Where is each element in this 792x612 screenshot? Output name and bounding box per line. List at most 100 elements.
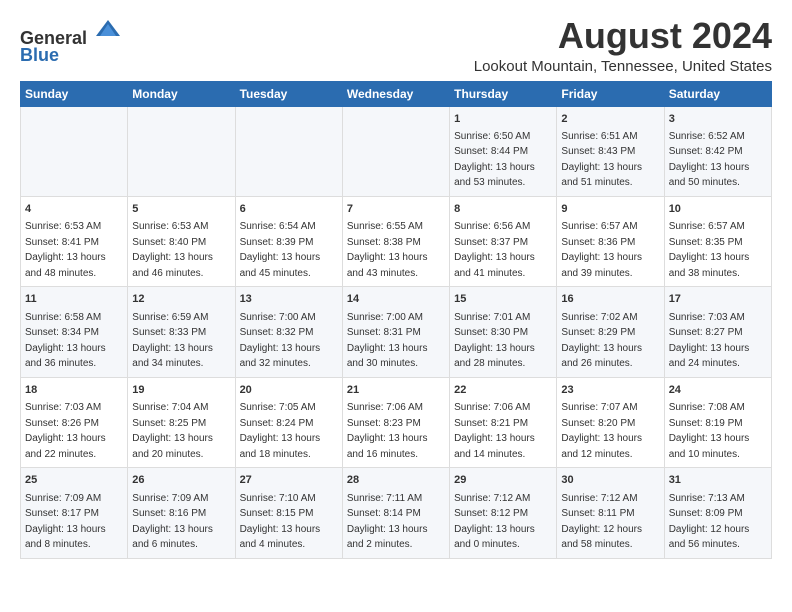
day-number: 30 [561, 473, 659, 488]
day-content: Sunrise: 6:59 AM Sunset: 8:33 PM Dayligh… [132, 312, 213, 370]
day-content: Sunrise: 6:55 AM Sunset: 8:38 PM Dayligh… [347, 221, 428, 279]
day-content: Sunrise: 7:03 AM Sunset: 8:27 PM Dayligh… [669, 312, 750, 370]
day-cell: 15Sunrise: 7:01 AM Sunset: 8:30 PM Dayli… [450, 287, 557, 377]
day-content: Sunrise: 7:03 AM Sunset: 8:26 PM Dayligh… [25, 402, 106, 460]
day-cell: 17 Sunrise: 7:03 AM Sunset: 8:27 PM Dayli… [664, 287, 771, 377]
day-content: Sunrise: 7:07 AM Sunset: 8:20 PM Dayligh… [561, 402, 642, 460]
day-number: 14 [347, 292, 445, 307]
day-number: 22 [454, 383, 552, 398]
day-number: 24 [669, 383, 767, 398]
day-content: Sunrise: 7:04 AM Sunset: 8:25 PM Dayligh… [132, 402, 213, 460]
day-number: 9 [561, 202, 659, 217]
day-number: 5 [132, 202, 230, 217]
day-content: Sunrise: 7:13 AM Sunset: 8:09 PM Dayligh… [669, 493, 750, 551]
day-cell: 29Sunrise: 7:12 AM Sunset: 8:12 PM Dayli… [450, 468, 557, 558]
day-content: Sunrise: 7:12 AM Sunset: 8:11 PM Dayligh… [561, 493, 642, 551]
day-cell: 23 Sunrise: 7:07 AM Sunset: 8:20 PM Dayli… [557, 377, 664, 467]
day-cell: 9 Sunrise: 6:57 AM Sunset: 8:36 PM Daylig… [557, 196, 664, 286]
day-cell: 1 Sunrise: 6:50 AM Sunset: 8:44 PM Daylig… [450, 106, 557, 196]
day-cell: 8Sunrise: 6:56 AM Sunset: 8:37 PM Daylig… [450, 196, 557, 286]
day-number: 18 [25, 383, 123, 398]
day-content: Sunrise: 6:53 AM Sunset: 8:40 PM Dayligh… [132, 221, 213, 279]
logo-text: General [20, 16, 122, 49]
week-row-2: 4 Sunrise: 6:53 AM Sunset: 8:41 PM Daylig… [21, 196, 772, 286]
day-content: Sunrise: 7:12 AM Sunset: 8:12 PM Dayligh… [454, 493, 535, 551]
day-content: Sunrise: 6:54 AM Sunset: 8:39 PM Dayligh… [240, 221, 321, 279]
week-row-5: 25 Sunrise: 7:09 AM Sunset: 8:17 PM Dayli… [21, 468, 772, 558]
day-cell [21, 106, 128, 196]
day-content: Sunrise: 6:57 AM Sunset: 8:35 PM Dayligh… [669, 221, 750, 279]
day-cell: 31 Sunrise: 7:13 AM Sunset: 8:09 PM Dayli… [664, 468, 771, 558]
header-cell-monday: Monday [128, 81, 235, 106]
week-row-4: 18 Sunrise: 7:03 AM Sunset: 8:26 PM Dayli… [21, 377, 772, 467]
day-cell: 14 Sunrise: 7:00 AM Sunset: 8:31 PM Dayli… [342, 287, 449, 377]
day-number: 13 [240, 292, 338, 307]
day-cell: 25 Sunrise: 7:09 AM Sunset: 8:17 PM Dayli… [21, 468, 128, 558]
day-content: Sunrise: 6:57 AM Sunset: 8:36 PM Dayligh… [561, 221, 642, 279]
header-cell-sunday: Sunday [21, 81, 128, 106]
day-number: 1 [454, 112, 552, 127]
logo: General Blue [20, 16, 122, 66]
day-content: Sunrise: 6:52 AM Sunset: 8:42 PM Dayligh… [669, 131, 750, 189]
main-title: August 2024 [474, 16, 772, 56]
day-number: 27 [240, 473, 338, 488]
day-cell: 11 Sunrise: 6:58 AM Sunset: 8:34 PM Dayli… [21, 287, 128, 377]
day-number: 12 [132, 292, 230, 307]
day-content: Sunrise: 7:09 AM Sunset: 8:16 PM Dayligh… [132, 493, 213, 551]
day-content: Sunrise: 6:58 AM Sunset: 8:34 PM Dayligh… [25, 312, 106, 370]
day-cell [342, 106, 449, 196]
day-cell: 30 Sunrise: 7:12 AM Sunset: 8:11 PM Dayli… [557, 468, 664, 558]
day-cell: 21 Sunrise: 7:06 AM Sunset: 8:23 PM Dayli… [342, 377, 449, 467]
day-number: 23 [561, 383, 659, 398]
day-number: 25 [25, 473, 123, 488]
header-cell-wednesday: Wednesday [342, 81, 449, 106]
day-cell: 10 Sunrise: 6:57 AM Sunset: 8:35 PM Dayli… [664, 196, 771, 286]
title-block: August 2024 Lookout Mountain, Tennessee,… [474, 16, 772, 75]
day-number: 20 [240, 383, 338, 398]
day-cell [128, 106, 235, 196]
day-number: 4 [25, 202, 123, 217]
day-cell: 26 Sunrise: 7:09 AM Sunset: 8:16 PM Dayli… [128, 468, 235, 558]
day-number: 17 [669, 292, 767, 307]
logo-icon [94, 16, 122, 44]
header-row: SundayMondayTuesdayWednesdayThursdayFrid… [21, 81, 772, 106]
header-cell-thursday: Thursday [450, 81, 557, 106]
day-content: Sunrise: 6:51 AM Sunset: 8:43 PM Dayligh… [561, 131, 642, 189]
day-cell [235, 106, 342, 196]
day-cell: 20Sunrise: 7:05 AM Sunset: 8:24 PM Dayli… [235, 377, 342, 467]
day-number: 15 [454, 292, 552, 307]
day-number: 28 [347, 473, 445, 488]
day-cell: 5 Sunrise: 6:53 AM Sunset: 8:40 PM Daylig… [128, 196, 235, 286]
day-content: Sunrise: 6:56 AM Sunset: 8:37 PM Dayligh… [454, 221, 535, 279]
day-content: Sunrise: 7:02 AM Sunset: 8:29 PM Dayligh… [561, 312, 642, 370]
day-number: 21 [347, 383, 445, 398]
day-number: 31 [669, 473, 767, 488]
day-content: Sunrise: 6:50 AM Sunset: 8:44 PM Dayligh… [454, 131, 535, 189]
day-content: Sunrise: 7:00 AM Sunset: 8:31 PM Dayligh… [347, 312, 428, 370]
day-number: 11 [25, 292, 123, 307]
day-number: 19 [132, 383, 230, 398]
day-content: Sunrise: 7:09 AM Sunset: 8:17 PM Dayligh… [25, 493, 106, 551]
day-cell: 24 Sunrise: 7:08 AM Sunset: 8:19 PM Dayli… [664, 377, 771, 467]
day-cell: 27 Sunrise: 7:10 AM Sunset: 8:15 PM Dayli… [235, 468, 342, 558]
day-number: 10 [669, 202, 767, 217]
day-number: 3 [669, 112, 767, 127]
day-number: 7 [347, 202, 445, 217]
day-content: Sunrise: 7:08 AM Sunset: 8:19 PM Dayligh… [669, 402, 750, 460]
day-number: 26 [132, 473, 230, 488]
header-cell-saturday: Saturday [664, 81, 771, 106]
day-content: Sunrise: 7:00 AM Sunset: 8:32 PM Dayligh… [240, 312, 321, 370]
day-content: Sunrise: 7:06 AM Sunset: 8:21 PM Dayligh… [454, 402, 535, 460]
day-content: Sunrise: 7:06 AM Sunset: 8:23 PM Dayligh… [347, 402, 428, 460]
page: General Blue August 2024 Lookout Mountai… [0, 0, 792, 569]
day-content: Sunrise: 7:10 AM Sunset: 8:15 PM Dayligh… [240, 493, 321, 551]
day-number: 6 [240, 202, 338, 217]
day-cell: 12 Sunrise: 6:59 AM Sunset: 8:33 PM Dayli… [128, 287, 235, 377]
day-cell: 4 Sunrise: 6:53 AM Sunset: 8:41 PM Daylig… [21, 196, 128, 286]
day-number: 16 [561, 292, 659, 307]
day-cell: 22 Sunrise: 7:06 AM Sunset: 8:21 PM Dayli… [450, 377, 557, 467]
subtitle: Lookout Mountain, Tennessee, United Stat… [474, 58, 772, 75]
day-cell: 3 Sunrise: 6:52 AM Sunset: 8:42 PM Daylig… [664, 106, 771, 196]
day-content: Sunrise: 6:53 AM Sunset: 8:41 PM Dayligh… [25, 221, 106, 279]
day-cell: 6 Sunrise: 6:54 AM Sunset: 8:39 PM Daylig… [235, 196, 342, 286]
